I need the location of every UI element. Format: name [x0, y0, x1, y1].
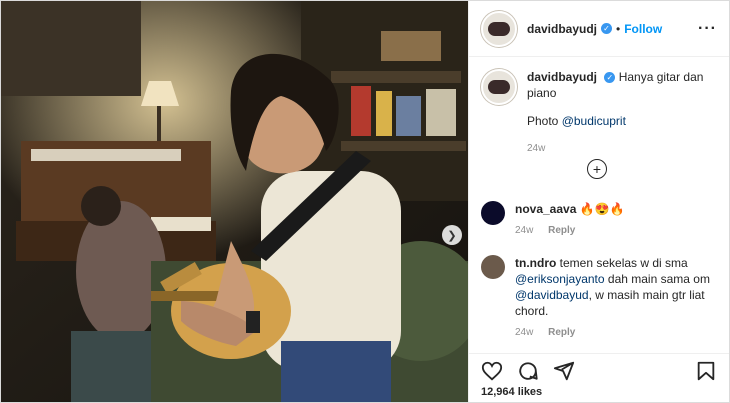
comment-username[interactable]: nova_aava	[515, 202, 576, 216]
heart-icon[interactable]	[481, 360, 503, 382]
action-bar: 12,964 likes	[469, 353, 729, 402]
comment-text: temen sekelas w di sma	[559, 256, 688, 270]
verified-badge-icon: ✓	[604, 72, 616, 84]
caption-avatar[interactable]	[481, 69, 517, 105]
comment: tn.ndro temen sekelas w di sma @erikson​…	[481, 255, 721, 341]
post-time: 24w	[527, 143, 546, 154]
comment-username[interactable]: tn.ndro	[515, 256, 556, 270]
more-options-icon[interactable]: ···	[698, 20, 717, 38]
comment-meta: 24w Reply	[515, 223, 625, 239]
follow-button[interactable]: Follow	[624, 22, 662, 36]
bookmark-icon[interactable]	[695, 360, 717, 382]
next-photo-button[interactable]: ❯	[442, 225, 462, 245]
comment-mention[interactable]: @davidbayud	[515, 288, 589, 302]
comment: nova_aava 🔥😍🔥 24w Reply	[481, 201, 721, 239]
comment-avatar[interactable]	[481, 255, 505, 279]
comment-avatar[interactable]	[481, 201, 505, 225]
likes-count[interactable]: 12,964 likes	[469, 382, 729, 402]
comment-icon[interactable]	[517, 360, 539, 382]
share-icon[interactable]	[553, 360, 575, 382]
caption-username[interactable]: davidbayudj	[527, 70, 597, 84]
avatar[interactable]	[481, 10, 517, 47]
comment-meta: 24w Reply	[515, 325, 721, 341]
post-photo[interactable]: ❯	[1, 1, 468, 402]
chevron-right-icon: ❯	[447, 229, 457, 242]
photo-credit-prefix: Photo	[527, 114, 559, 128]
photo-credit-link[interactable]: @budicuprit	[562, 114, 626, 128]
caption: davidbayudj ✓ Hanya gitar dan piano Phot…	[481, 69, 721, 157]
verified-badge-icon: ✓	[601, 23, 613, 34]
comment-time: 24w	[515, 327, 534, 338]
add-comment-icon[interactable]: +	[587, 159, 607, 179]
instagram-post: ❯ davidbayudj ✓ • Follow ··· davidbayudj…	[0, 0, 730, 403]
photo-image	[1, 1, 468, 402]
comment-text: dah main sama om	[607, 272, 710, 286]
comment-time: 24w	[515, 225, 534, 236]
reply-button[interactable]: Reply	[548, 225, 575, 236]
separator-dot: •	[616, 21, 621, 36]
caption-text-block: davidbayudj ✓ Hanya gitar dan piano Phot…	[527, 69, 721, 157]
post-header: davidbayudj ✓ • Follow ···	[469, 1, 729, 57]
post-sidebar: davidbayudj ✓ • Follow ··· davidbayudj ✓…	[468, 1, 729, 402]
reply-button[interactable]: Reply	[548, 327, 575, 338]
comment-mention[interactable]: @erikson​jayanto	[515, 272, 605, 286]
comment-text: 🔥😍🔥	[579, 202, 625, 216]
header-username[interactable]: davidbayudj	[527, 22, 597, 36]
